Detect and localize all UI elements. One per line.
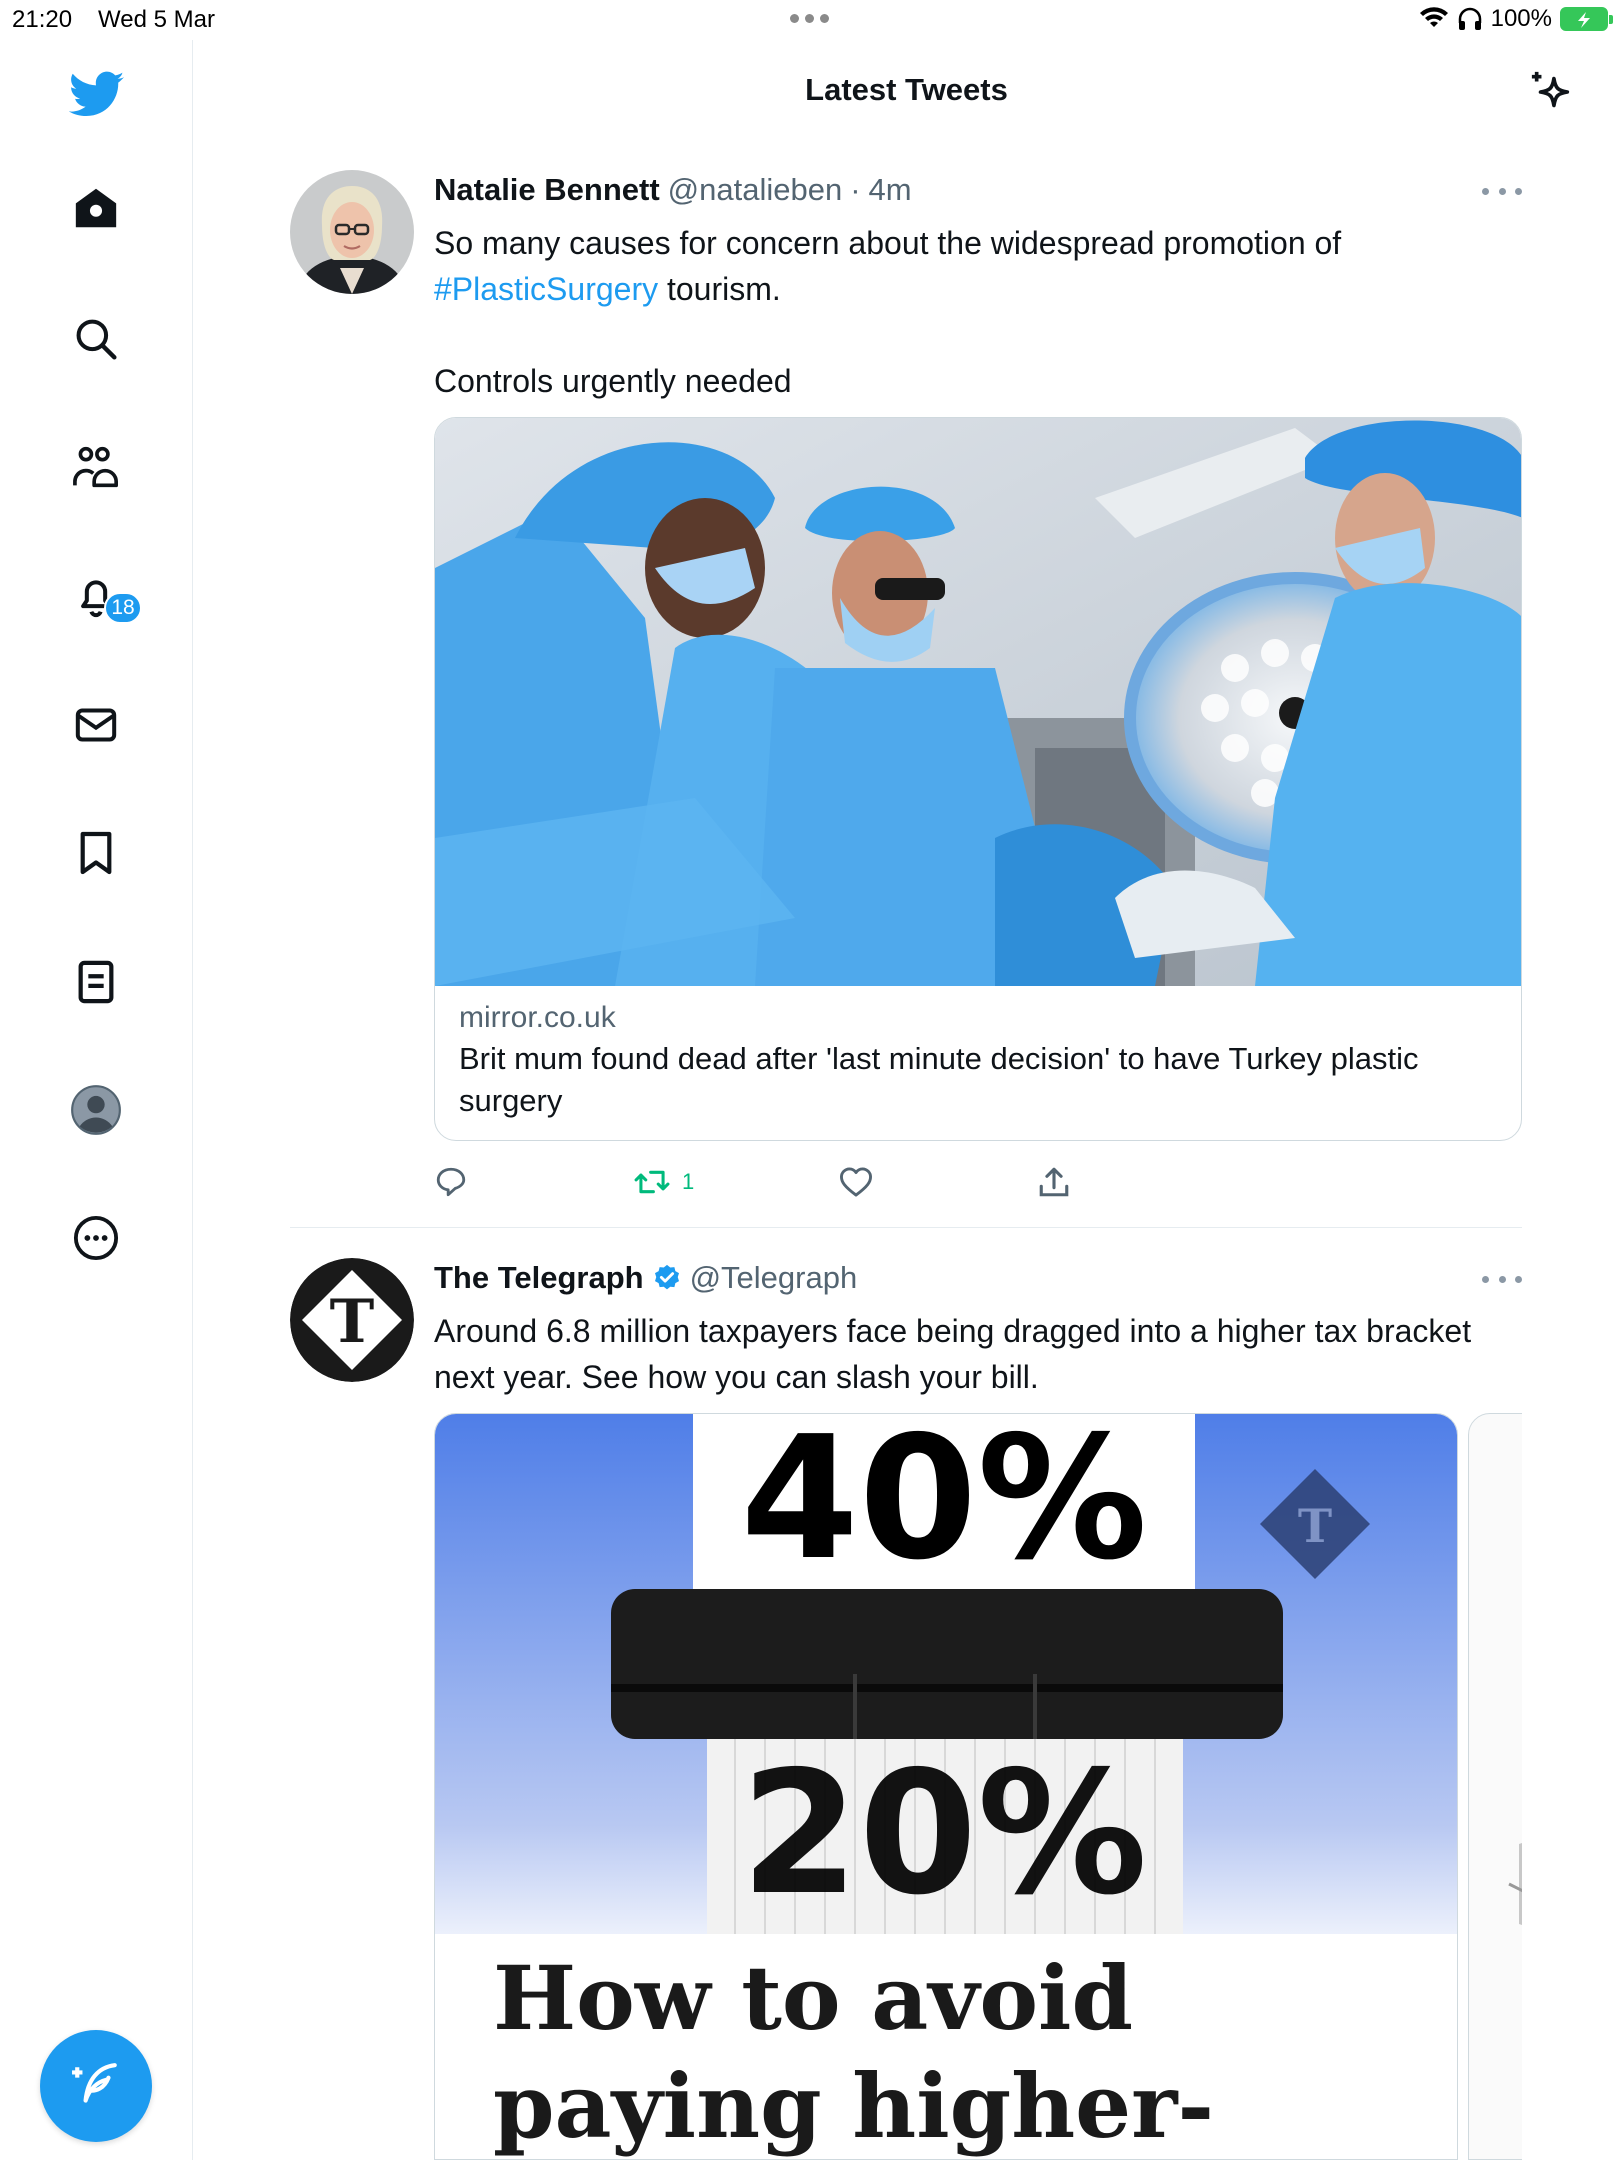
tweet[interactable]: Natalie Bennett @natalieben · 4m So many… xyxy=(290,170,1522,1200)
svg-text:T: T xyxy=(330,1287,375,1357)
share-icon xyxy=(1039,1167,1069,1197)
hashtag-link[interactable]: #PlasticSurgery xyxy=(434,271,658,307)
messages-icon[interactable] xyxy=(65,694,127,756)
author-name[interactable]: Natalie Bennett xyxy=(434,170,660,210)
twitter-logo-icon[interactable] xyxy=(62,60,132,130)
card-title: Brit mum found dead after 'last minute d… xyxy=(459,1041,1419,1118)
headphones-icon xyxy=(1458,7,1481,30)
more-icon[interactable] xyxy=(65,1207,127,1269)
tweet-header: The Telegraph @Telegraph xyxy=(434,1258,1522,1298)
wifi-icon xyxy=(1419,7,1448,27)
tweet-more-button[interactable] xyxy=(1482,1264,1522,1294)
author-handle[interactable]: @Telegraph xyxy=(690,1258,858,1298)
like-button[interactable] xyxy=(838,1162,874,1202)
status-date: Wed 5 Mar xyxy=(98,6,215,33)
image-headline: How to avoid paying higher-rate xyxy=(493,1946,1215,2158)
multitasking-dots[interactable] xyxy=(790,6,829,23)
retweet-icon xyxy=(634,1170,670,1194)
compose-button[interactable] xyxy=(40,2030,152,2142)
tweet[interactable]: T The Telegraph @Telegraph Around 6.8 mi… xyxy=(290,1258,1522,2160)
tweet-body: Natalie Bennett @natalieben · 4m So many… xyxy=(434,170,1522,404)
tweet-header: Natalie Bennett @natalieben · 4m xyxy=(434,170,1522,210)
tweet-body: The Telegraph @Telegraph Around 6.8 mill… xyxy=(434,1258,1522,1400)
tweet-more-button[interactable] xyxy=(1482,176,1522,206)
status-right: 100% xyxy=(1419,5,1613,33)
compose-icon xyxy=(72,2063,117,2103)
card-info: mirror.co.uk Brit mum found dead after '… xyxy=(435,980,1521,1140)
verified-badge-icon xyxy=(654,1264,679,1290)
separator: · xyxy=(850,172,861,207)
tweet-text: Around 6.8 million taxpayers face being … xyxy=(434,1313,1480,1395)
author-handle[interactable]: @natalieben xyxy=(668,170,843,210)
next-media-image[interactable] xyxy=(1468,1413,1522,2160)
communities-icon[interactable] xyxy=(65,436,127,498)
battery-icon xyxy=(1560,7,1613,31)
share-button[interactable] xyxy=(1038,1162,1070,1202)
author-name[interactable]: The Telegraph xyxy=(434,1258,644,1298)
bookmark-icon[interactable] xyxy=(65,822,127,884)
retweet-button[interactable]: 1 xyxy=(634,1162,694,1202)
page-title: Latest Tweets xyxy=(805,72,1008,107)
tweet-text: So many causes for concern about the wid… xyxy=(434,225,1342,399)
notifications-badge: 18 xyxy=(104,592,142,624)
heart-icon xyxy=(839,1167,872,1197)
header: Latest Tweets xyxy=(193,40,1620,140)
top-tweets-sparkle-button[interactable] xyxy=(1522,62,1582,122)
battery-percent: 100% xyxy=(1490,5,1552,32)
sparkle-icon xyxy=(1531,71,1570,108)
retweet-count: 1 xyxy=(682,1169,695,1194)
sidebar: 18 xyxy=(0,40,193,2160)
lists-icon[interactable] xyxy=(65,951,127,1013)
profile-icon[interactable] xyxy=(65,1079,127,1141)
percent-bottom: 20% xyxy=(740,1735,1148,1933)
tweet-divider xyxy=(290,1227,1522,1228)
reply-icon xyxy=(436,1167,466,1197)
status-bar: 21:20 Wed 5 Mar 100% xyxy=(0,0,1620,40)
link-card[interactable]: mirror.co.uk Brit mum found dead after '… xyxy=(434,417,1522,1141)
tweet-actions: 1 xyxy=(434,1162,1134,1202)
card-domain: mirror.co.uk xyxy=(459,1001,616,1034)
media-image[interactable]: T 40% 20% How to avoid paying higher-rat… xyxy=(434,1413,1458,2160)
reply-button[interactable] xyxy=(434,1162,468,1202)
avatar[interactable] xyxy=(290,170,414,294)
tweet-time[interactable]: 4m xyxy=(869,170,912,210)
search-icon[interactable] xyxy=(65,308,127,370)
surgery-photo xyxy=(435,418,1521,986)
home-icon[interactable] xyxy=(65,177,127,239)
status-time: 21:20 xyxy=(12,6,73,33)
svg-text:T: T xyxy=(1298,1499,1332,1553)
avatar[interactable]: T xyxy=(290,1258,414,1382)
media-carousel[interactable]: T 40% 20% How to avoid paying higher-rat… xyxy=(434,1413,1522,2160)
